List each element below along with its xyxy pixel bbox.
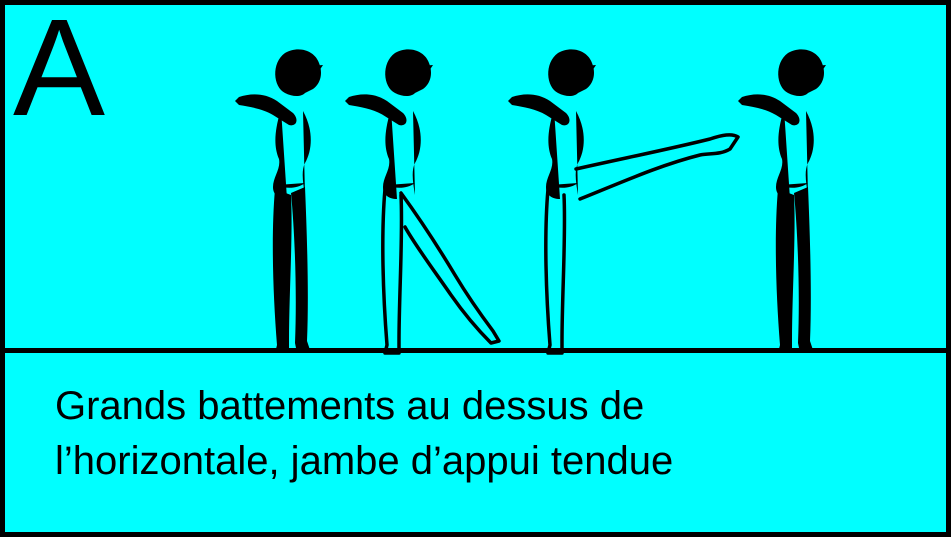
floor-divider — [0, 348, 951, 353]
exercise-caption: Grands battements au dessus de l’horizon… — [55, 379, 915, 489]
dancer-figure-leg-raised — [508, 49, 740, 355]
dancer-figure-leg-back — [345, 49, 501, 355]
dancer-figure-standing-2 — [738, 49, 826, 353]
exercise-card: A Grands battements au dessus de l’horiz… — [0, 0, 951, 537]
dancer-figure-standing-1 — [235, 49, 323, 353]
dancer-figures — [235, 49, 826, 355]
caption-line-1: Grands battements au dessus de — [55, 384, 645, 428]
caption-line-2: l’horizontale, jambe d’appui tendue — [55, 439, 674, 483]
